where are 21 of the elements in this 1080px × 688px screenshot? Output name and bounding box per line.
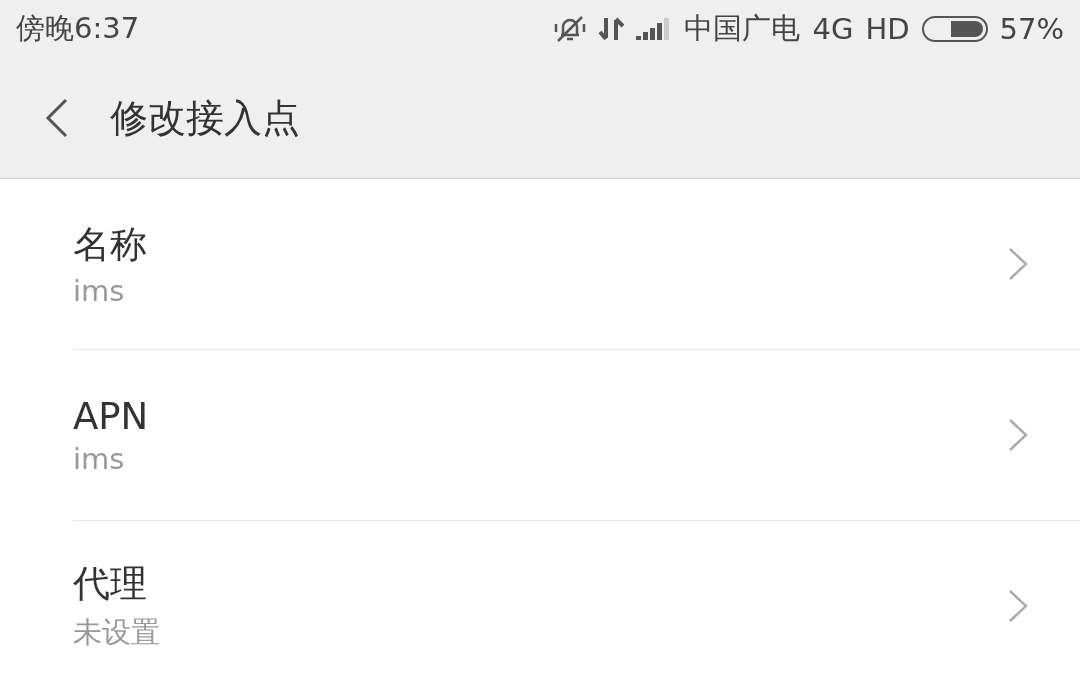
row-value: ims [73, 274, 126, 308]
chevron-icon [1008, 589, 1028, 623]
muted-bell-icon [554, 15, 587, 43]
chevron-icon [1008, 247, 1028, 281]
clock: 傍晚6:37 [16, 10, 140, 47]
row-label: 代理 [73, 561, 148, 607]
row-label: APN [73, 394, 150, 438]
hd-indicator: HD [865, 12, 910, 46]
row-value: 未设置 [73, 614, 161, 651]
settings-row[interactable]: 名称 ims [73, 179, 1080, 350]
chevron-icon [1008, 418, 1028, 452]
row-label: 名称 [73, 222, 148, 268]
carrier-name: 中国广电 [684, 10, 801, 47]
settings-row[interactable]: 代理 未设置 [73, 521, 1080, 688]
battery-icon [921, 16, 988, 42]
page-title: 修改接入点 [110, 94, 300, 142]
network-type: 4G [812, 12, 854, 46]
settings-row[interactable]: APN ims [73, 350, 1080, 521]
data-arrows-icon [598, 16, 625, 42]
row-value: ims [73, 441, 126, 476]
battery-percent: 57% [999, 12, 1064, 46]
